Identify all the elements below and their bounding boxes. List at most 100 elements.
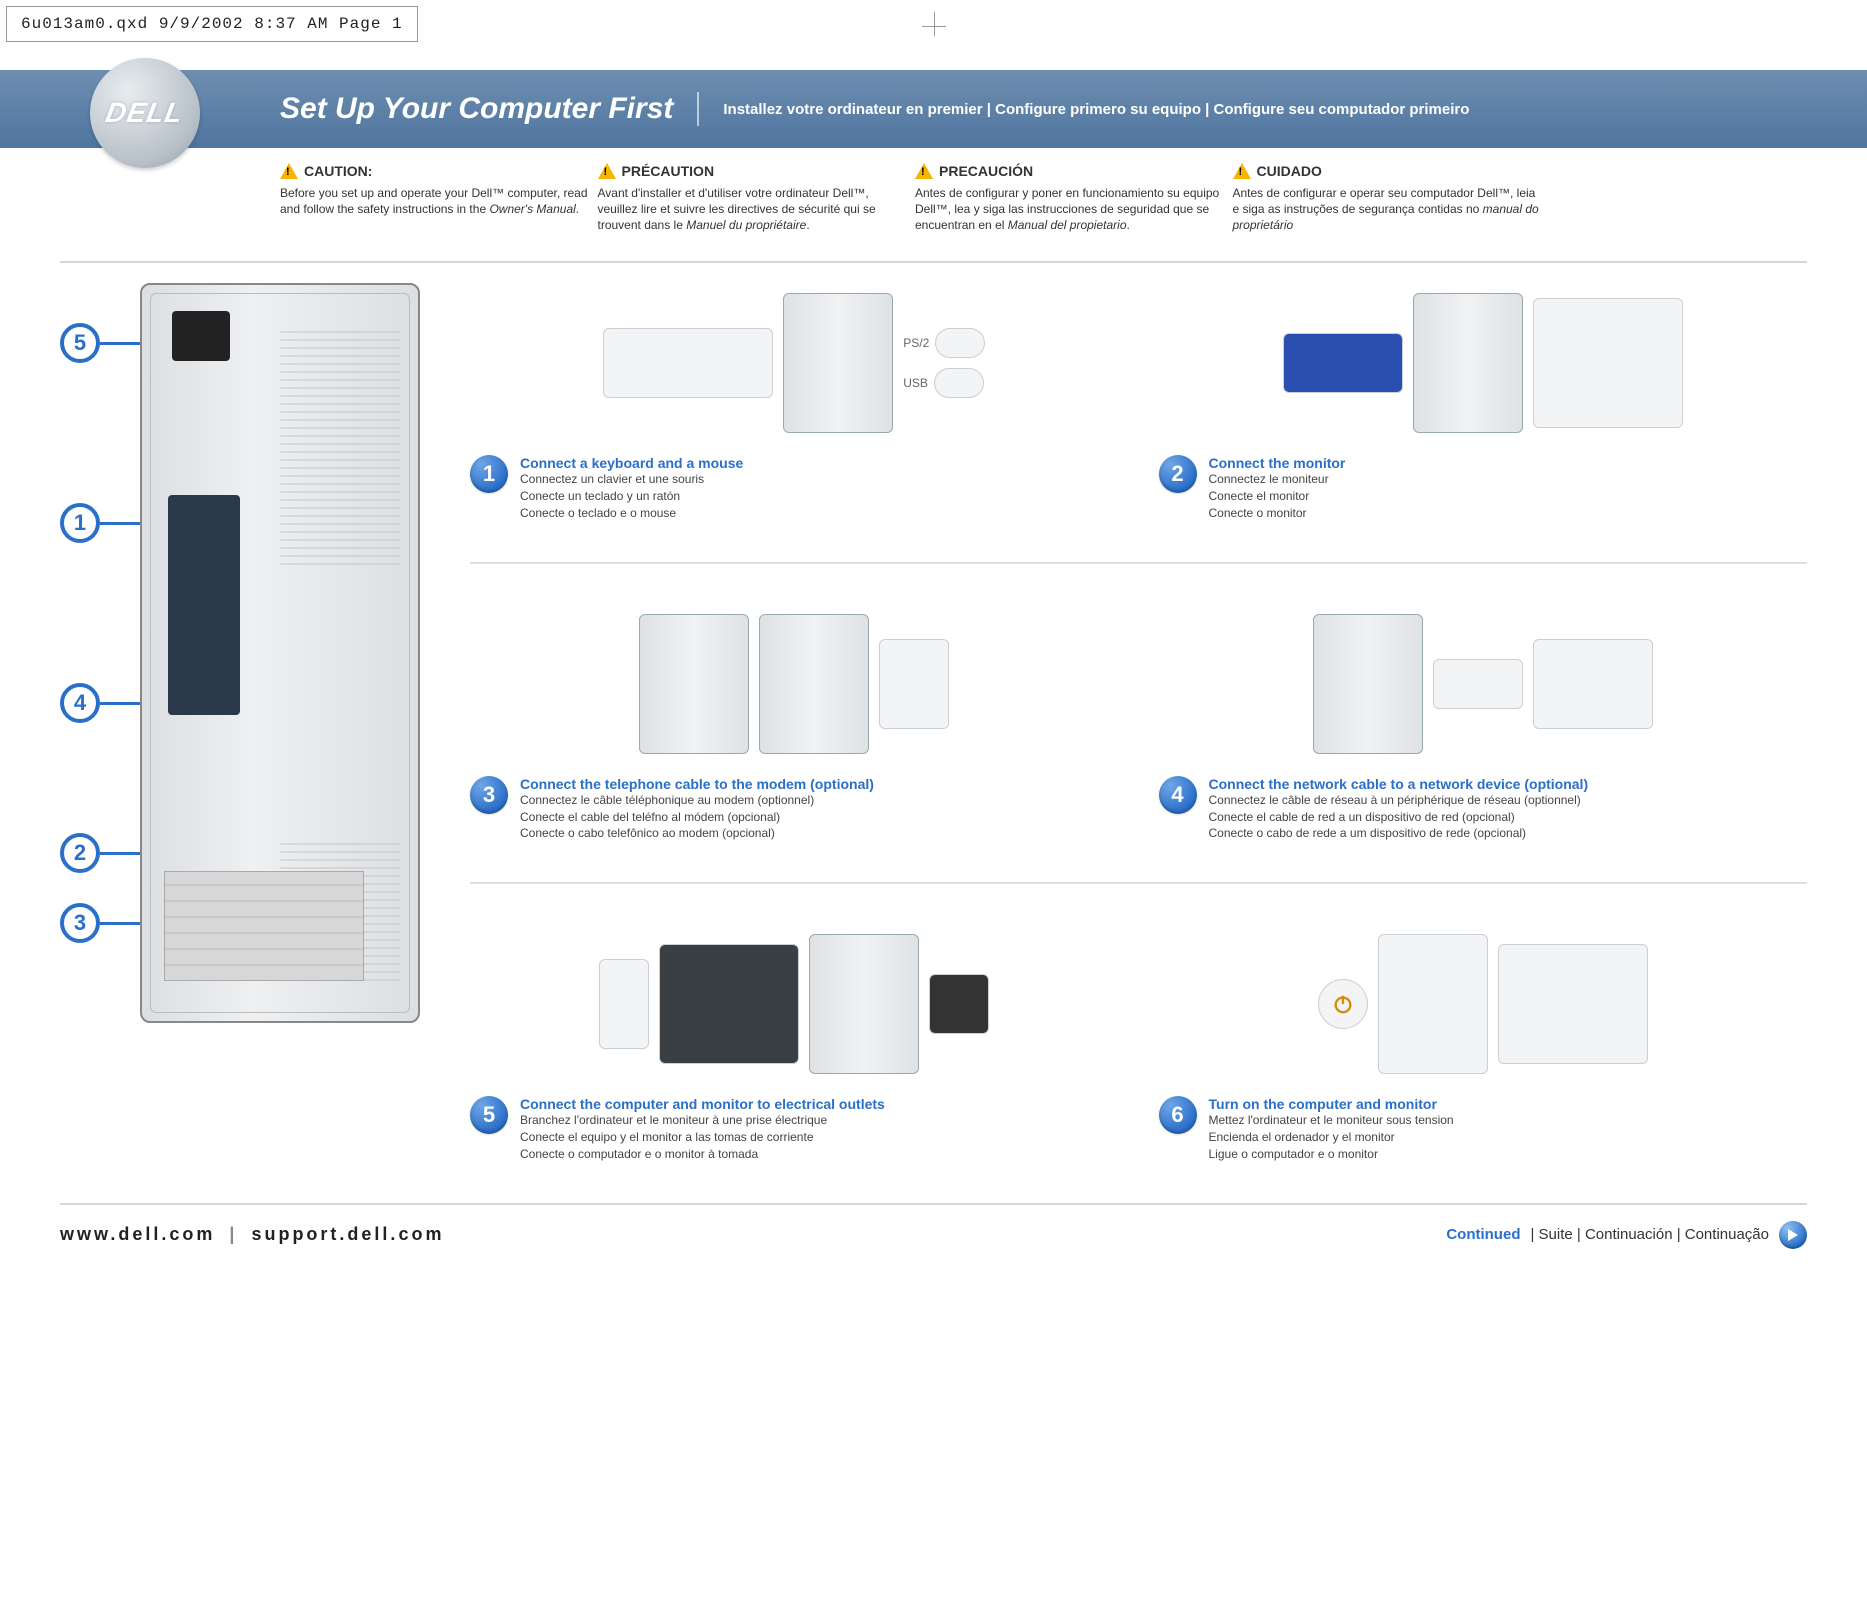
caution-body-italic: Manual del propietario [1008, 218, 1127, 232]
step-line: Conecte o cabo de rede a um dispositivo … [1209, 825, 1589, 842]
callout-number: 5 [60, 323, 100, 363]
caution-row: CAUTION: Before you set up and operate y… [280, 162, 1540, 233]
phone-icon [879, 639, 949, 729]
network-diagram-icon [1533, 639, 1653, 729]
caution-heading: CUIDADO [1257, 162, 1322, 181]
step-5-illustration [470, 924, 1119, 1084]
continued-label: Continued [1446, 1226, 1520, 1243]
step-line: Mettez l'ordinateur et le moniteur sous … [1209, 1112, 1454, 1129]
outlet-icon [599, 959, 649, 1049]
step-1: PS/2 USB 1 Connect a keyboard and a mous… [470, 283, 1119, 521]
io-plate-icon [168, 495, 240, 715]
step-line: Encienda el ordenador y el monitor [1209, 1129, 1454, 1146]
warning-icon [280, 163, 298, 179]
step-line: Conecte o cabo telefônico ao modem (opci… [520, 825, 874, 842]
content-area: 5 1 4 2 3 PS/2 USB [0, 283, 1867, 1162]
step-line: Conecte el cable de red a un dispositivo… [1209, 809, 1589, 826]
step-6: 6 Turn on the computer and monitor Mette… [1159, 924, 1808, 1162]
computer-tower-illustration [140, 283, 420, 1023]
row-divider [470, 562, 1807, 564]
tower-front-icon [1378, 934, 1488, 1074]
step-3-illustration [470, 604, 1119, 764]
step-line: Conecte o teclado e o mouse [520, 505, 743, 522]
caution-body-suffix: . [576, 202, 579, 216]
step-line: Conecte o computador e o monitor à tomad… [520, 1146, 885, 1163]
row-divider [470, 882, 1807, 884]
tower-icon [809, 934, 919, 1074]
step-number-badge: 5 [470, 1096, 508, 1134]
step-4-illustration [1159, 604, 1808, 764]
step-title: Connect the telephone cable to the modem… [520, 776, 874, 792]
tower-icon [1313, 614, 1423, 754]
step-5: 5 Connect the computer and monitor to el… [470, 924, 1119, 1162]
caution-fr: PRÉCAUTION Avant d'installer et d'utilis… [598, 162, 906, 233]
step-line: Connectez le câble de réseau à un périph… [1209, 792, 1589, 809]
callout-number: 4 [60, 683, 100, 723]
warning-icon [1233, 163, 1251, 179]
ps2-label: PS/2 [903, 336, 929, 350]
crop-mark-icon [922, 26, 946, 27]
usb-label: USB [903, 376, 928, 390]
step-line: Connectez le moniteur [1209, 471, 1346, 488]
footer-separator: | [229, 1224, 237, 1244]
power-icon [1332, 993, 1354, 1015]
step-number-badge: 1 [470, 455, 508, 493]
tower-icon [759, 614, 869, 754]
step-number-badge: 2 [1159, 455, 1197, 493]
step-4: 4 Connect the network cable to a network… [1159, 604, 1808, 842]
callout-number: 2 [60, 833, 100, 873]
divider [60, 261, 1807, 263]
step-2: 2 Connect the monitor Connectez le monit… [1159, 283, 1808, 521]
vent-icon [280, 325, 400, 565]
expansion-slots-icon [164, 871, 364, 981]
monitor-back-icon [659, 944, 799, 1064]
mouse-icon [934, 368, 984, 398]
step-title: Turn on the computer and monitor [1209, 1096, 1454, 1112]
mouse-icon [935, 328, 985, 358]
step-number-badge: 4 [1159, 776, 1197, 814]
crop-mark-icon [934, 12, 935, 36]
step-number-badge: 6 [1159, 1096, 1197, 1134]
warning-icon [598, 163, 616, 179]
step-title: Connect the network cable to a network d… [1209, 776, 1589, 792]
power-button-icon [1318, 979, 1368, 1029]
step-line: Conecte el equipo y el monitor a las tom… [520, 1129, 885, 1146]
step-line: Connectez le câble téléphonique au modem… [520, 792, 874, 809]
caution-body-italic: Manuel du propriétaire [686, 218, 806, 232]
keyboard-icon [603, 328, 773, 398]
tower-icon [783, 293, 893, 433]
caution-en: CAUTION: Before you set up and operate y… [280, 162, 588, 233]
warning-icon [915, 163, 933, 179]
page-title: Set Up Your Computer First [280, 92, 699, 126]
step-title: Connect a keyboard and a mouse [520, 455, 743, 471]
monitor-icon [1533, 298, 1683, 428]
footer-urls: www.dell.com | support.dell.com [60, 1224, 444, 1245]
step-line: Conecte el cable del teléfno al módem (o… [520, 809, 874, 826]
caution-body-italic: Owner's Manual [489, 202, 575, 216]
step-6-illustration [1159, 924, 1808, 1084]
print-slug: 6u013am0.qxd 9/9/2002 8:37 AM Page 1 [6, 6, 418, 42]
setup-poster-page: 6u013am0.qxd 9/9/2002 8:37 AM Page 1 Set… [0, 0, 1867, 1289]
power-brick-icon [929, 974, 989, 1034]
caution-es: PRECAUCIÓN Antes de configurar y poner e… [915, 162, 1223, 233]
dell-logo-badge: DELL [90, 58, 200, 168]
caution-pt: CUIDADO Antes de configurar e operar seu… [1233, 162, 1541, 233]
title-banner: Set Up Your Computer First Installez vot… [0, 70, 1867, 148]
network-device-icon [1433, 659, 1523, 709]
dell-logo-text: DELL [104, 97, 187, 129]
page-subtitle: Installez votre ordinateur en premier | … [723, 101, 1469, 118]
step-title: Connect the computer and monitor to elec… [520, 1096, 885, 1112]
callout-number: 3 [60, 903, 100, 943]
step-line: Conecte o monitor [1209, 505, 1346, 522]
footer-url-1: www.dell.com [60, 1224, 215, 1244]
step-line: Conecte un teclado y un ratón [520, 488, 743, 505]
continued-translations: | Suite | Continuación | Continuação [1530, 1226, 1769, 1243]
caution-heading: PRECAUCIÓN [939, 162, 1033, 181]
step-line: Branchez l'ordinateur et le moniteur à u… [520, 1112, 885, 1129]
tower-icon [1413, 293, 1523, 433]
steps-grid: PS/2 USB 1 Connect a keyboard and a mous… [470, 283, 1807, 1162]
psu-port-icon [172, 311, 230, 361]
caution-heading: CAUTION: [304, 162, 372, 181]
callout-number: 1 [60, 503, 100, 543]
caution-body-suffix: . [1127, 218, 1130, 232]
